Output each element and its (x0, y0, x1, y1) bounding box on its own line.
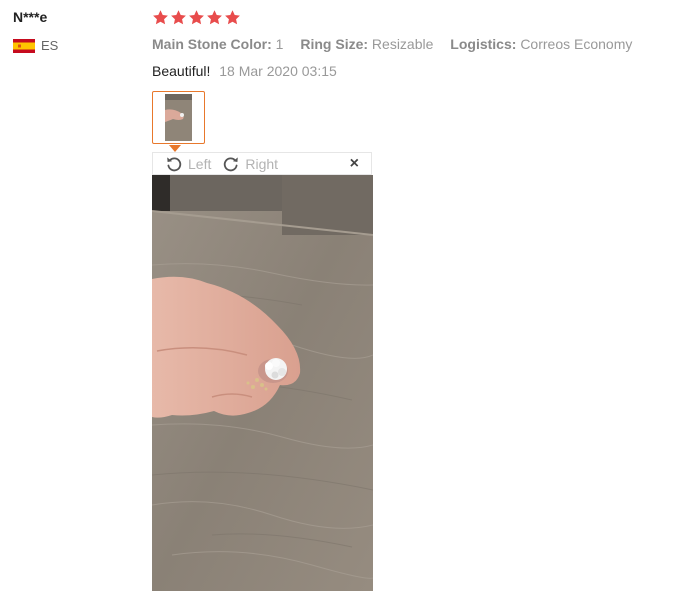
country-code: ES (41, 38, 59, 53)
attribute-logistics: Logistics: Correos Economy (450, 36, 632, 52)
star-icon (225, 10, 240, 25)
rotate-right-label: Right (245, 155, 279, 172)
attribute-value: 1 (275, 36, 284, 52)
star-rating (152, 9, 241, 26)
spain-flag-icon (13, 38, 35, 53)
thumbnail-image (165, 94, 192, 141)
attribute-main-stone-color: Main Stone Color: 1 (152, 36, 283, 52)
attribute-key: Logistics: (450, 36, 517, 52)
star-icon (171, 10, 186, 25)
hand-ring-photo (152, 175, 373, 591)
review-photo-thumbnail[interactable] (152, 91, 205, 144)
rotate-left-icon (167, 156, 182, 171)
review-line: Beautiful! 18 Mar 2020 03:15 (152, 63, 337, 79)
review-date: 18 Mar 2020 03:15 (219, 63, 337, 79)
rotate-right-icon (224, 156, 239, 171)
attribute-value: Correos Economy (520, 36, 633, 52)
star-icon (207, 10, 222, 25)
attribute-ring-size: Ring Size: Resizable (300, 36, 433, 52)
review-photo-large (152, 175, 373, 591)
review-text: Beautiful! (152, 63, 211, 79)
attribute-value: Resizable (371, 36, 434, 52)
attribute-key: Ring Size: (300, 36, 369, 52)
close-icon[interactable]: × (350, 155, 359, 172)
rotate-right-button[interactable]: Right (222, 155, 278, 173)
order-attributes: Main Stone Color: 1 Ring Size: Resizable… (152, 36, 645, 52)
star-icon (153, 10, 168, 25)
rotate-left-label: Left (188, 155, 212, 172)
attribute-key: Main Stone Color: (152, 36, 272, 52)
rotate-left-button[interactable]: Left (165, 155, 211, 173)
image-viewer-toolbar: Left Right × (152, 152, 372, 175)
thumbnail-pointer (169, 145, 181, 152)
reviewer-country: ES (13, 38, 58, 53)
star-icon (189, 10, 204, 25)
reviewer-name: N***e (13, 9, 48, 25)
